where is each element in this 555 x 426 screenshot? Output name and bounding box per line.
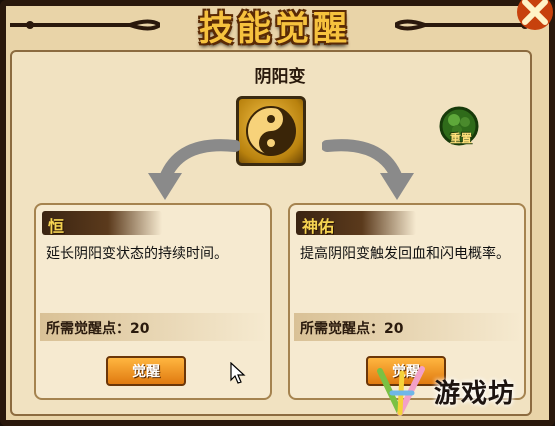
watermark-logo-icon: [377, 366, 425, 416]
skill-icon-frame[interactable]: [236, 96, 306, 166]
option-description: 提高阴阳变触发回血和闪电概率。: [300, 246, 510, 262]
yin-yang-icon: [246, 106, 296, 156]
watermark: 游戏坊: [372, 362, 552, 420]
window-title: 技能觉醒: [199, 8, 351, 49]
option-description: 延长阴阳变状态的持续时间。: [46, 246, 228, 262]
skill-name: 阴阳变: [254, 67, 306, 87]
option-title: 神佑: [302, 217, 335, 236]
required-points: 所需觉醒点：20: [46, 321, 150, 337]
title-left-flourish: [10, 19, 160, 31]
required-points: 所需觉醒点：20: [300, 321, 404, 337]
close-button[interactable]: [508, 0, 555, 36]
watermark-text: 游戏坊: [434, 378, 516, 409]
mouse-cursor-icon: [230, 362, 246, 384]
title-banner: 技能觉醒: [160, 2, 390, 49]
close-icon: [517, 0, 553, 30]
option-title: 恒: [48, 217, 65, 236]
reset-label: 重置: [450, 132, 472, 145]
awaken-button[interactable]: 觉醒: [106, 356, 186, 386]
left-branch-arrow: [148, 139, 240, 200]
right-branch-arrow: [322, 139, 414, 200]
